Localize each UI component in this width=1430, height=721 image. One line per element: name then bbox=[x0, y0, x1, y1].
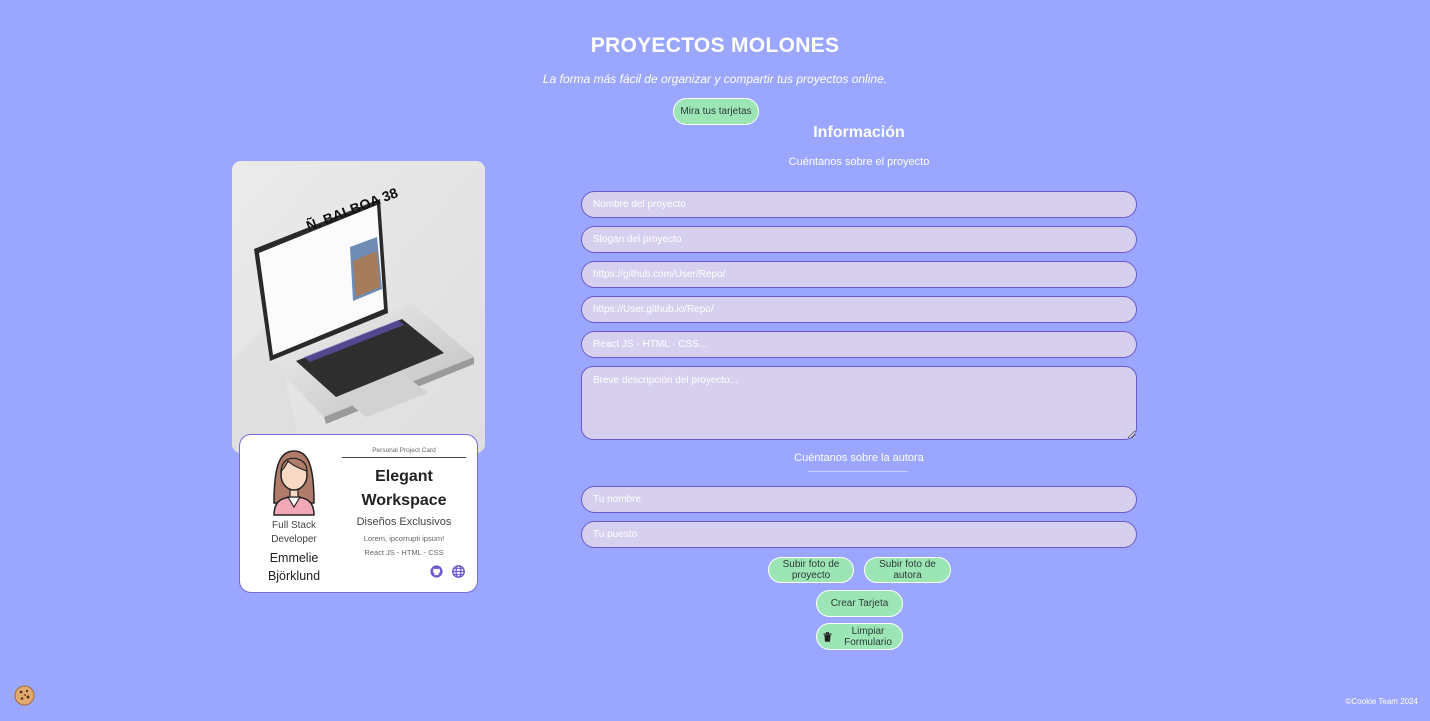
card-author-name: Emmelie Björklund bbox=[267, 551, 321, 583]
upload-project-photo-button[interactable]: Subir foto de proyecto bbox=[768, 557, 854, 583]
project-card-preview: Full Stack Developer Emmelie Björklund P… bbox=[239, 434, 478, 593]
create-card-button[interactable]: Crear Tarjeta bbox=[816, 590, 903, 617]
repo-url-input[interactable] bbox=[581, 261, 1137, 288]
see-cards-button[interactable]: Mira tus tarjetas bbox=[673, 98, 759, 125]
author-job-input[interactable] bbox=[581, 521, 1137, 548]
project-section-label: Cuéntanos sobre el proyecto bbox=[788, 156, 930, 168]
trash-icon bbox=[823, 631, 832, 642]
card-label: Personal Project Card bbox=[342, 447, 466, 458]
card-project-description: Lorem, ipcorrupti ipsum! bbox=[363, 534, 445, 543]
reset-form-label: Limpiar Formulario bbox=[844, 625, 892, 648]
project-slogan-input[interactable] bbox=[581, 226, 1137, 253]
globe-icon[interactable] bbox=[452, 565, 465, 578]
reset-form-button[interactable]: Limpiar Formulario bbox=[816, 623, 903, 650]
project-photo-preview: Ñ. BALBOA 38 bbox=[232, 161, 485, 453]
cookie-icon[interactable] bbox=[14, 685, 35, 706]
page-title: PROYECTOS MOLONES bbox=[590, 34, 840, 57]
footer-copyright: ©Cookie Team 2024 bbox=[1345, 697, 1418, 706]
card-author-job: Full Stack Developer bbox=[271, 520, 317, 545]
author-name-input[interactable] bbox=[581, 486, 1137, 513]
card-project-name: Elegant Workspace bbox=[361, 468, 447, 509]
section-divider bbox=[808, 471, 908, 472]
page-subtitle: La forma más fácil de organizar y compar… bbox=[542, 72, 888, 86]
project-name-input[interactable] bbox=[581, 191, 1137, 218]
author-section-label: Cuéntanos sobre la autora bbox=[794, 452, 924, 464]
card-author: Full Stack Developer Emmelie Björklund bbox=[248, 445, 340, 585]
author-avatar bbox=[273, 450, 315, 516]
github-icon[interactable] bbox=[430, 565, 443, 578]
form-heading: Información bbox=[813, 124, 905, 141]
card-links bbox=[430, 565, 465, 578]
card-project-slogan: Diseños Exclusivos bbox=[356, 516, 452, 528]
upload-author-photo-button[interactable]: Subir foto de autora bbox=[864, 557, 951, 583]
project-description-input[interactable] bbox=[581, 366, 1137, 440]
technologies-input[interactable] bbox=[581, 331, 1137, 358]
card-project-tech: React JS - HTML - CSS bbox=[364, 548, 444, 557]
demo-url-input[interactable] bbox=[581, 296, 1137, 323]
card-project: Personal Project Card Elegant Workspace … bbox=[342, 447, 466, 557]
